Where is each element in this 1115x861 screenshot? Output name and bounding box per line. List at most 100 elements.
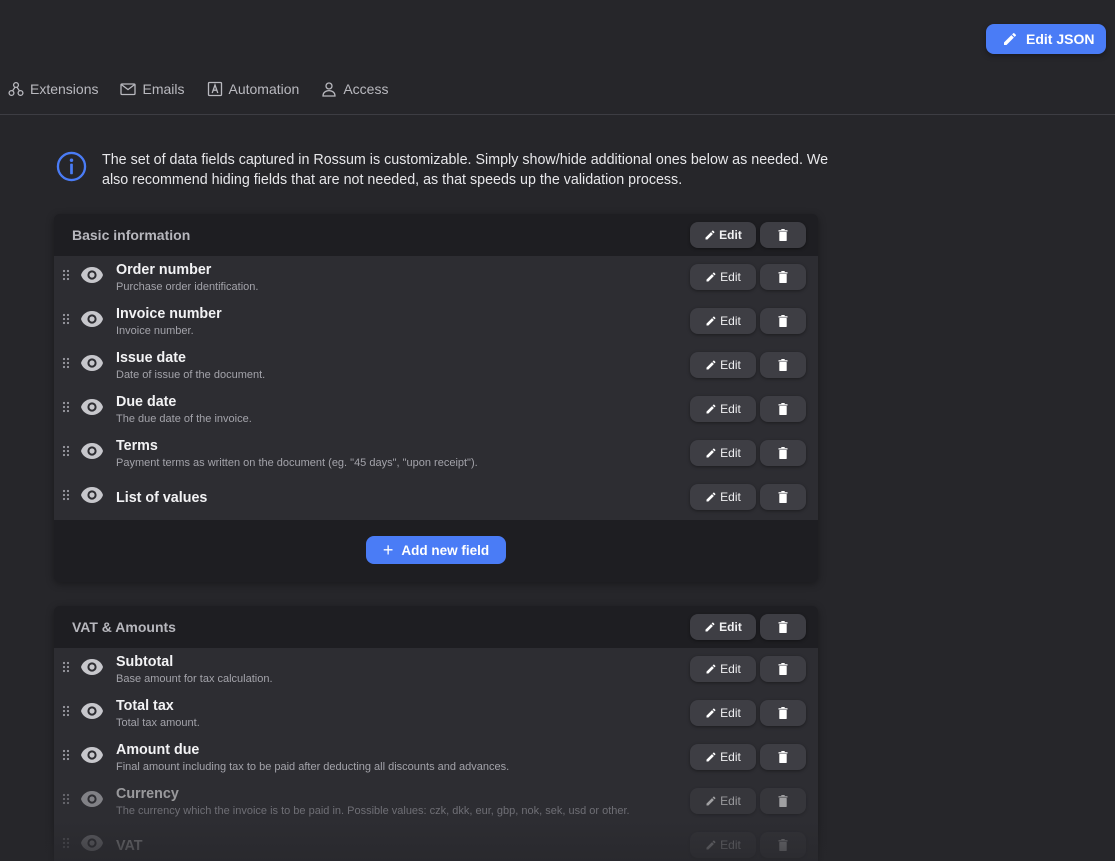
drag-handle-icon[interactable] — [62, 793, 70, 805]
drag-handle-icon[interactable] — [62, 489, 70, 501]
edit-field-button[interactable]: Edit — [690, 264, 756, 290]
pencil-icon — [705, 622, 715, 632]
field-row: Invoice number Invoice number. Edit — [54, 300, 818, 344]
pencil-icon — [706, 272, 716, 282]
field-name: Due date — [116, 394, 177, 410]
edit-json-button[interactable]: Edit JSON — [986, 24, 1106, 54]
section-title: Basic information — [72, 227, 191, 243]
edit-label: Edit — [720, 662, 741, 676]
tab-extensions-label: Extensions — [30, 81, 99, 97]
field-row: List of values Edit — [54, 476, 818, 520]
trash-icon — [778, 707, 788, 719]
delete-field-button[interactable] — [760, 484, 806, 510]
section-basic-information: Basic information Edit Order number Purch… — [54, 214, 818, 582]
delete-field-button[interactable] — [760, 788, 806, 814]
eye-icon[interactable] — [80, 265, 104, 285]
info-message: The set of data fields captured in Rossu… — [102, 152, 829, 188]
trash-icon — [778, 491, 788, 503]
edit-field-button[interactable]: Edit — [690, 744, 756, 770]
field-list: Subtotal Base amount for tax calculation.… — [54, 648, 818, 861]
delete-field-button[interactable] — [760, 744, 806, 770]
field-description: Purchase order identification. — [116, 281, 259, 293]
add-new-field-label: Add new field — [401, 542, 490, 558]
field-row: Total tax Total tax amount. Edit — [54, 692, 818, 736]
edit-field-button[interactable]: Edit — [690, 832, 756, 858]
section-header: Basic information Edit — [54, 214, 818, 256]
edit-field-button[interactable]: Edit — [690, 352, 756, 378]
edit-field-button[interactable]: Edit — [690, 700, 756, 726]
tab-emails[interactable]: Emails — [120, 81, 185, 97]
eye-icon[interactable] — [80, 353, 104, 373]
edit-label: Edit — [720, 794, 741, 808]
edit-label: Edit — [719, 620, 742, 634]
edit-field-button[interactable]: Edit — [690, 440, 756, 466]
drag-handle-icon[interactable] — [62, 313, 70, 325]
delete-field-button[interactable] — [760, 832, 806, 858]
drag-handle-icon[interactable] — [62, 269, 70, 281]
delete-field-button[interactable] — [760, 308, 806, 334]
eye-icon[interactable] — [80, 485, 104, 505]
trash-icon — [778, 839, 788, 851]
edit-field-button[interactable]: Edit — [690, 788, 756, 814]
pencil-icon — [706, 316, 716, 326]
pencil-icon — [706, 796, 716, 806]
edit-field-button[interactable]: Edit — [690, 656, 756, 682]
automation-icon — [207, 81, 222, 97]
extensions-icon — [8, 81, 24, 97]
eye-icon[interactable] — [80, 833, 104, 853]
pencil-icon — [706, 840, 716, 850]
tab-access[interactable]: Access — [321, 81, 388, 97]
eye-icon[interactable] — [80, 657, 104, 677]
field-description: Base amount for tax calculation. — [116, 673, 273, 685]
drag-handle-icon[interactable] — [62, 357, 70, 369]
edit-field-button[interactable]: Edit — [690, 396, 756, 422]
delete-field-button[interactable] — [760, 656, 806, 682]
drag-handle-icon[interactable] — [62, 749, 70, 761]
field-name: Issue date — [116, 350, 186, 366]
field-name: Total tax — [116, 698, 174, 714]
delete-field-button[interactable] — [760, 440, 806, 466]
eye-icon[interactable] — [80, 745, 104, 765]
delete-field-button[interactable] — [760, 396, 806, 422]
eye-icon[interactable] — [80, 309, 104, 329]
edit-field-button[interactable]: Edit — [690, 308, 756, 334]
delete-field-button[interactable] — [760, 700, 806, 726]
edit-label: Edit — [720, 490, 741, 504]
drag-handle-icon[interactable] — [62, 661, 70, 673]
trash-icon — [778, 751, 788, 763]
eye-icon[interactable] — [80, 789, 104, 809]
tab-access-label: Access — [343, 81, 389, 97]
trash-icon — [778, 795, 788, 807]
field-description: Payment terms as written on the document… — [116, 457, 478, 469]
field-name: Order number — [116, 262, 212, 278]
delete-section-button[interactable] — [760, 614, 806, 640]
field-row: Terms Payment terms as written on the doc… — [54, 432, 818, 476]
tabs-divider — [0, 114, 1115, 115]
edit-label: Edit — [720, 838, 741, 852]
edit-label: Edit — [720, 358, 741, 372]
eye-icon[interactable] — [80, 397, 104, 417]
add-new-field-button[interactable]: + Add new field — [366, 536, 506, 564]
delete-section-button[interactable] — [760, 222, 806, 248]
trash-icon — [778, 621, 788, 633]
edit-field-button[interactable]: Edit — [690, 484, 756, 510]
drag-handle-icon[interactable] — [62, 837, 70, 849]
schema-editor-page: Edit JSON Extensions Emails Automation A… — [0, 0, 1115, 861]
field-name: VAT — [116, 838, 143, 854]
tab-automation[interactable]: Automation — [207, 81, 299, 97]
edit-section-button[interactable]: Edit — [690, 614, 756, 640]
eye-icon[interactable] — [80, 441, 104, 461]
add-field-area: + Add new field — [54, 520, 818, 580]
field-description: The currency which the invoice is to be … — [116, 805, 630, 817]
drag-handle-icon[interactable] — [62, 445, 70, 457]
trash-icon — [778, 359, 788, 371]
delete-field-button[interactable] — [760, 352, 806, 378]
drag-handle-icon[interactable] — [62, 705, 70, 717]
pencil-icon — [706, 492, 716, 502]
tab-emails-label: Emails — [142, 81, 185, 97]
eye-icon[interactable] — [80, 701, 104, 721]
edit-section-button[interactable]: Edit — [690, 222, 756, 248]
tab-extensions[interactable]: Extensions — [0, 81, 98, 97]
delete-field-button[interactable] — [760, 264, 806, 290]
drag-handle-icon[interactable] — [62, 401, 70, 413]
